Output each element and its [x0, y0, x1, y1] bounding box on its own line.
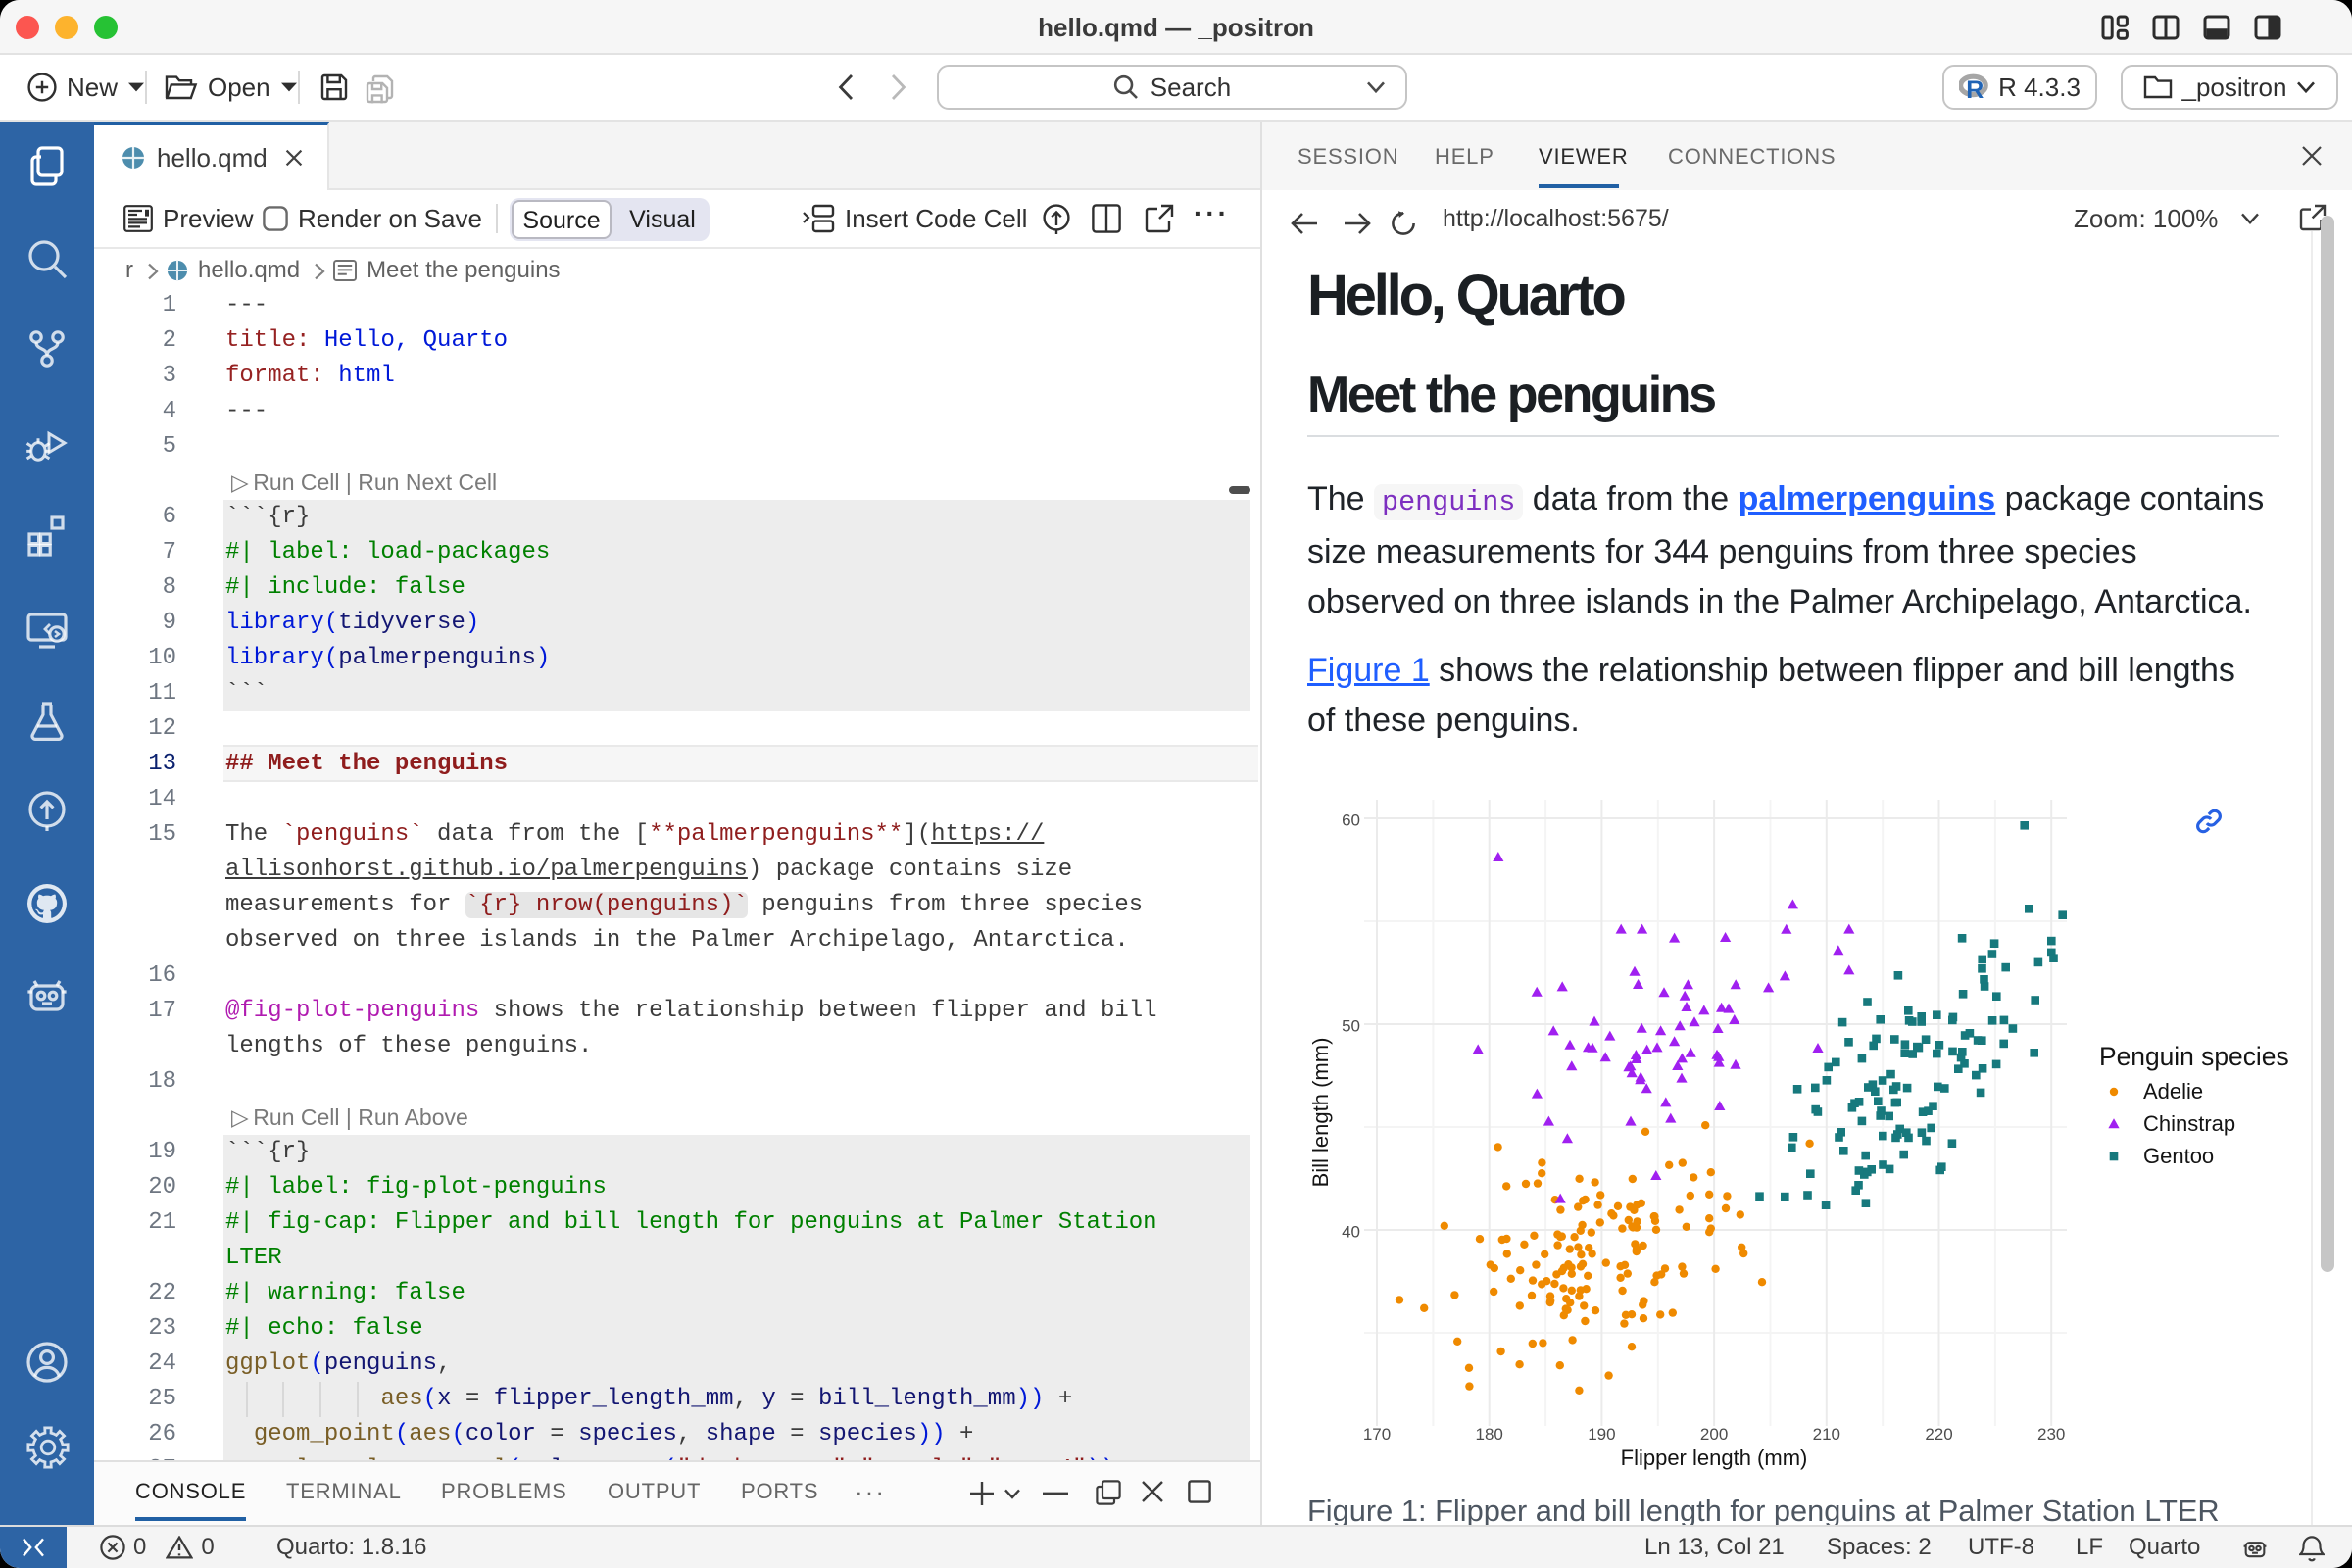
svg-text:210: 210: [1813, 1425, 1840, 1444]
svg-text:200: 200: [1700, 1425, 1728, 1444]
svg-text:Gentoo: Gentoo: [2143, 1144, 2214, 1168]
svg-text:180: 180: [1476, 1425, 1503, 1444]
svg-text:220: 220: [1925, 1425, 1952, 1444]
svg-text:60: 60: [1342, 810, 1360, 829]
svg-text:Bill length (mm): Bill length (mm): [1308, 1038, 1333, 1188]
svg-text:Chinstrap: Chinstrap: [2143, 1111, 2235, 1136]
svg-text:190: 190: [1588, 1425, 1615, 1444]
svg-text:170: 170: [1363, 1425, 1391, 1444]
svg-text:R: R: [1966, 76, 1984, 101]
svg-text:230: 230: [2037, 1425, 2065, 1444]
svg-text:Penguin species: Penguin species: [2099, 1042, 2289, 1071]
svg-text:50: 50: [1342, 1016, 1360, 1035]
svg-text:Adelie: Adelie: [2143, 1079, 2203, 1103]
svg-text:40: 40: [1342, 1222, 1360, 1241]
svg-text:Flipper length (mm): Flipper length (mm): [1621, 1446, 1808, 1470]
